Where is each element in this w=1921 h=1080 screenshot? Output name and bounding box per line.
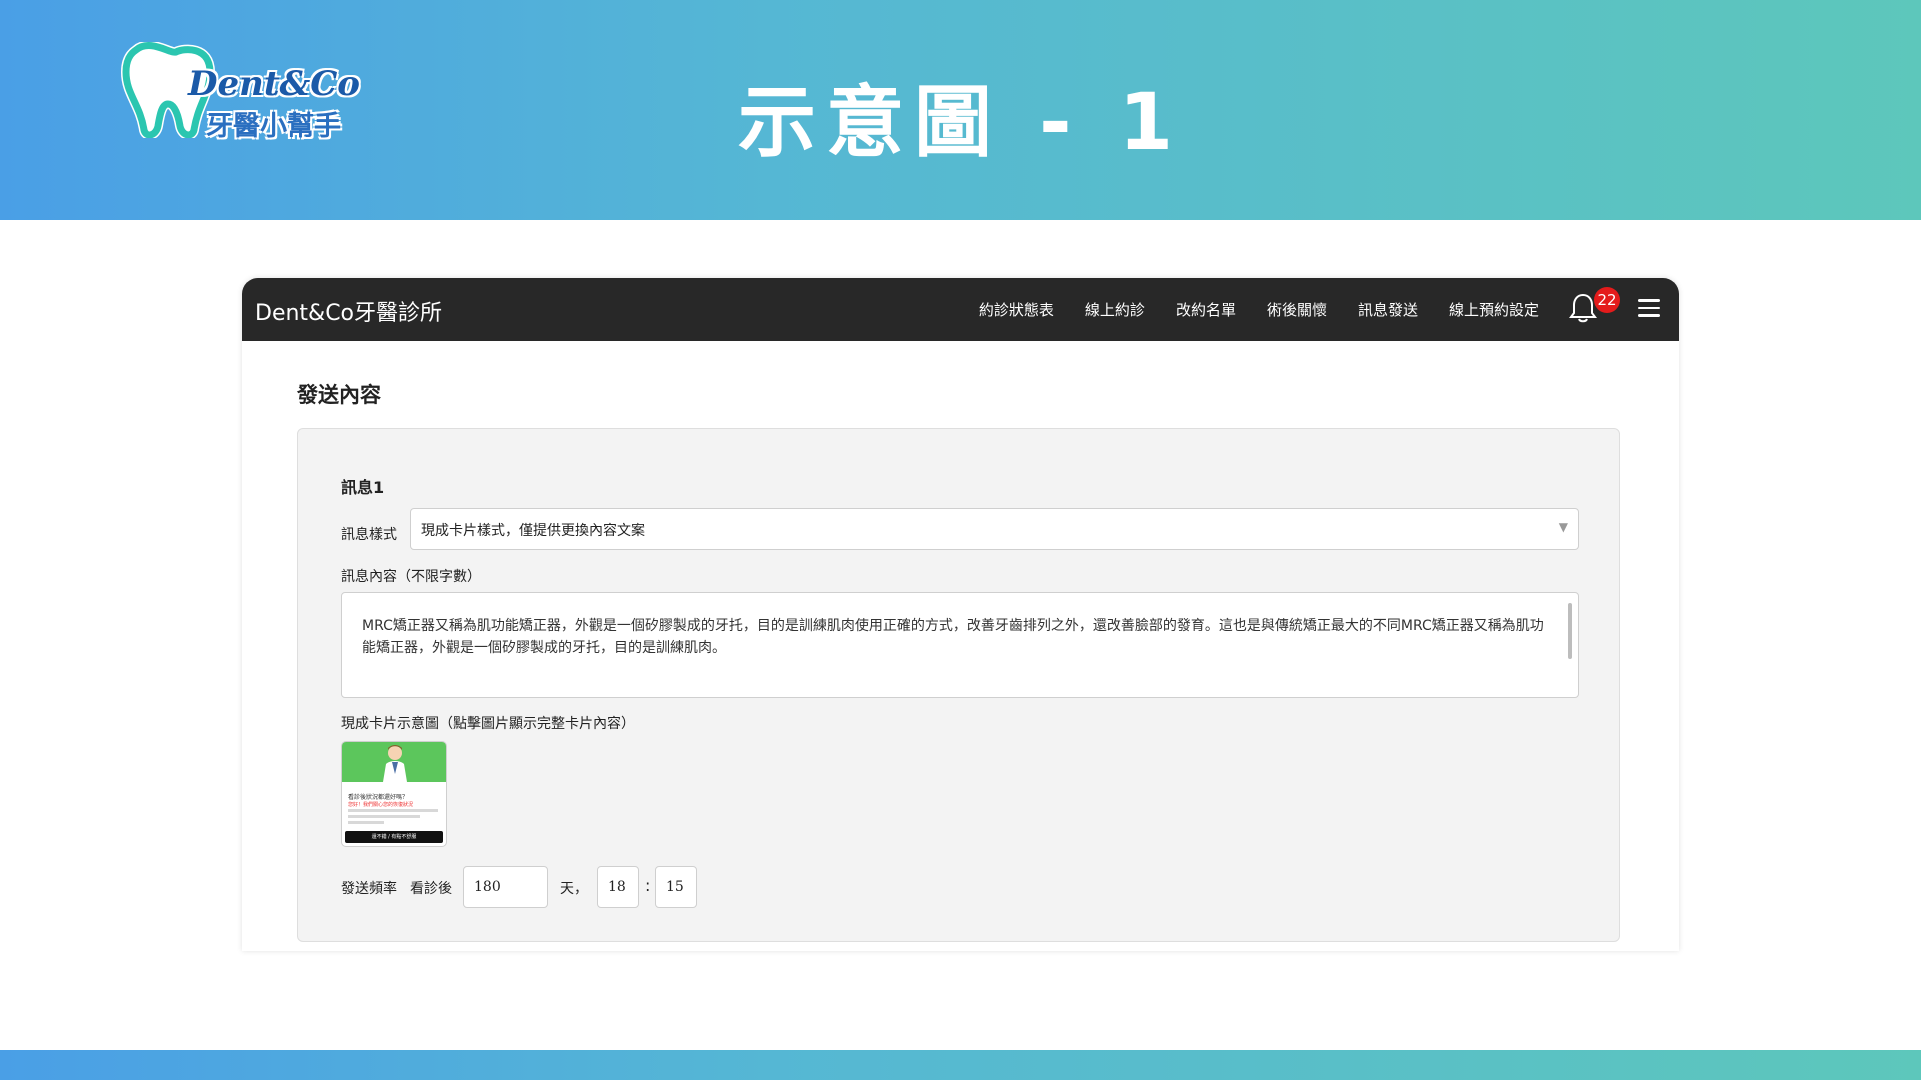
nav-appointment-status[interactable]: 約診狀態表 xyxy=(979,299,1054,320)
message-style-value: 現成卡片樣式，僅提供更換內容文案 xyxy=(421,523,645,539)
preview-label: 現成卡片示意圖（點擊圖片顯示完整卡片內容） xyxy=(341,716,635,732)
content-label: 訊息內容（不限字數） xyxy=(341,569,481,585)
message-style-select[interactable]: 現成卡片樣式，僅提供更換內容文案 ▼ xyxy=(410,508,1579,550)
minute-input[interactable]: 15 xyxy=(655,866,697,908)
nav-menu: 約診狀態表 線上約診 改約名單 術後關懷 訊息發送 線上預約設定 xyxy=(979,299,1539,320)
frequency-label: 發送頻率 xyxy=(341,881,397,897)
card-preview-thumbnail[interactable]: 看診後狀況都還好嗎？ 您好！我們關心您的恢復狀況 還不錯 / 有點不舒服 xyxy=(341,741,447,847)
after-visit-label: 看診後 xyxy=(410,881,452,897)
message-panel: 訊息1 訊息樣式 現成卡片樣式，僅提供更換內容文案 ▼ 訊息內容（不限字數） M… xyxy=(297,428,1620,942)
days-input[interactable]: 180 xyxy=(463,866,548,908)
card-image-area xyxy=(342,742,446,782)
brand-name[interactable]: Dent&Co牙醫診所 xyxy=(255,295,442,327)
message-title: 訊息1 xyxy=(341,478,385,497)
app-window: Dent&Co牙醫診所 約診狀態表 線上約診 改約名單 術後關懷 訊息發送 線上… xyxy=(242,278,1679,951)
textarea-scrollbar[interactable] xyxy=(1568,603,1572,659)
footer-bar xyxy=(0,1050,1921,1080)
days-unit-label: 天， xyxy=(560,881,588,897)
doctor-illustration-icon xyxy=(383,745,407,782)
hamburger-menu-icon[interactable] xyxy=(1638,299,1660,317)
hour-input[interactable]: 18 xyxy=(597,866,639,908)
nav-message-send[interactable]: 訊息發送 xyxy=(1358,299,1418,320)
card-blurred-text xyxy=(348,809,438,827)
message-content-textarea[interactable]: MRC矯正器又稱為肌功能矯正器，外觀是一個矽膠製成的牙托，目的是訓練肌肉使用正確… xyxy=(341,592,1579,698)
style-label: 訊息樣式 xyxy=(341,527,397,543)
time-separator: : xyxy=(645,876,651,895)
nav-postop-care[interactable]: 術後關懷 xyxy=(1267,299,1327,320)
section-title: 發送內容 xyxy=(297,383,381,407)
notification-badge: 22 xyxy=(1594,287,1620,313)
nav-online-appointment[interactable]: 線上約診 xyxy=(1085,299,1145,320)
nav-reschedule-list[interactable]: 改約名單 xyxy=(1176,299,1236,320)
card-heading: 看診後狀況都還好嗎？ xyxy=(348,794,409,801)
top-navbar: Dent&Co牙醫診所 約診狀態表 線上約診 改約名單 術後關懷 訊息發送 線上… xyxy=(242,278,1679,341)
caret-down-icon: ▼ xyxy=(1558,520,1568,534)
card-highlight: 您好！我們關心您的恢復狀況 xyxy=(348,802,414,808)
nav-booking-settings[interactable]: 線上預約設定 xyxy=(1449,299,1539,320)
slide-title: 示意圖 - 1 xyxy=(738,78,1183,168)
message-content-value: MRC矯正器又稱為肌功能矯正器，外觀是一個矽膠製成的牙托，目的是訓練肌肉使用正確… xyxy=(362,618,1544,656)
card-button: 還不錯 / 有點不舒服 xyxy=(345,831,443,843)
header-banner: Dent&Co 牙醫小幫手 示意圖 - 1 xyxy=(0,0,1921,220)
